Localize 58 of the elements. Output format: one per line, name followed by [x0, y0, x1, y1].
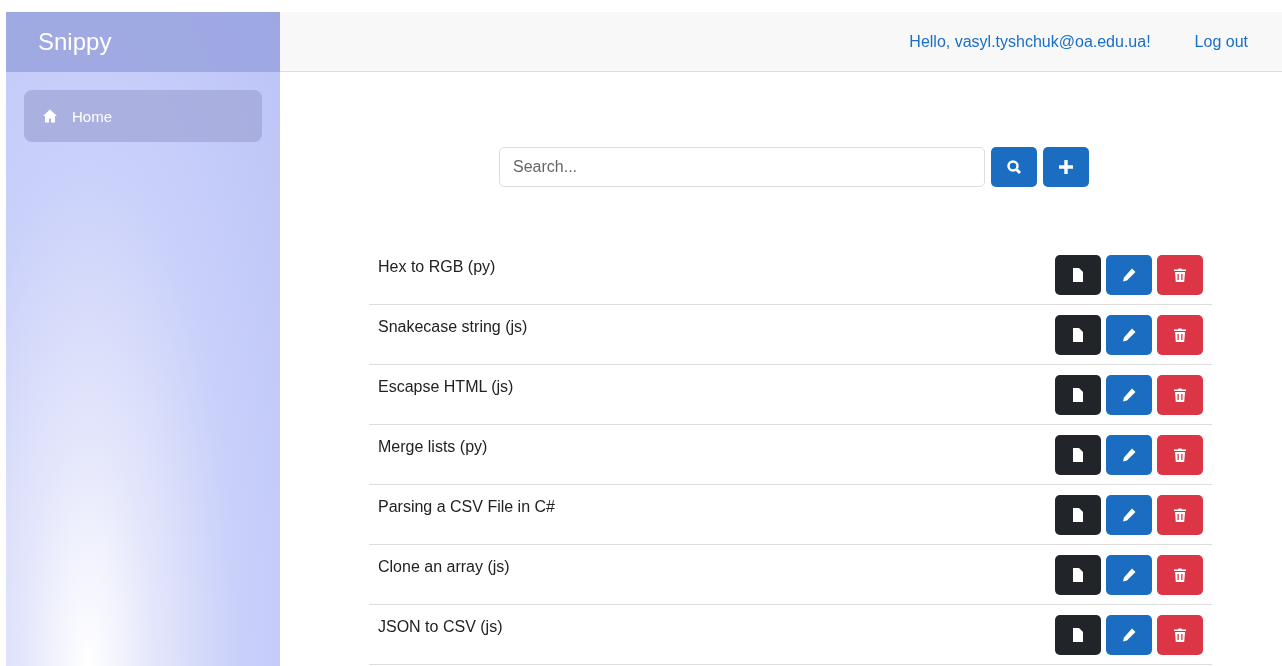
- trash-icon: [1172, 626, 1188, 643]
- trash-icon: [1172, 506, 1188, 523]
- document-icon: [1070, 446, 1086, 463]
- edit-button[interactable]: [1106, 614, 1152, 655]
- snippet-title[interactable]: Escapse HTML (js): [378, 378, 514, 424]
- document-icon: [1070, 266, 1086, 283]
- document-icon: [1070, 626, 1086, 643]
- trash-icon: [1172, 566, 1188, 583]
- edit-button[interactable]: [1106, 254, 1152, 295]
- pencil-icon: [1121, 626, 1137, 643]
- view-button[interactable]: [1055, 614, 1101, 655]
- pencil-icon: [1121, 566, 1137, 583]
- view-button[interactable]: [1055, 554, 1101, 595]
- edit-button[interactable]: [1106, 554, 1152, 595]
- snippet-title[interactable]: Parsing a CSV File in C#: [378, 498, 555, 544]
- delete-button[interactable]: [1157, 614, 1203, 655]
- pencil-icon: [1121, 326, 1137, 343]
- add-button[interactable]: [1043, 147, 1089, 187]
- view-button[interactable]: [1055, 374, 1101, 415]
- snippet-title[interactable]: Merge lists (py): [378, 438, 488, 484]
- view-button[interactable]: [1055, 494, 1101, 535]
- search-button[interactable]: [991, 147, 1037, 187]
- document-icon: [1070, 386, 1086, 403]
- snippet-title[interactable]: Clone an array (js): [378, 558, 510, 604]
- greeting-link[interactable]: Hello, vasyl.tyshchuk@oa.edu.ua!: [909, 32, 1151, 51]
- trash-icon: [1172, 446, 1188, 463]
- trash-icon: [1172, 386, 1188, 403]
- logout-link[interactable]: Log out: [1194, 32, 1248, 51]
- pencil-icon: [1121, 386, 1137, 403]
- view-button[interactable]: [1055, 434, 1101, 475]
- pencil-icon: [1121, 266, 1137, 283]
- delete-button[interactable]: [1157, 314, 1203, 355]
- document-icon: [1070, 566, 1086, 583]
- search-field[interactable]: Search...: [499, 147, 985, 187]
- edit-button[interactable]: [1106, 314, 1152, 355]
- delete-button[interactable]: [1157, 374, 1203, 415]
- home-icon: [42, 108, 58, 124]
- edit-button[interactable]: [1106, 494, 1152, 535]
- plus-icon: [1058, 159, 1074, 175]
- trash-icon: [1172, 266, 1188, 283]
- edit-button[interactable]: [1106, 434, 1152, 475]
- snippet-title[interactable]: Hex to RGB (py): [378, 258, 496, 304]
- document-icon: [1070, 326, 1086, 343]
- delete-button[interactable]: [1157, 254, 1203, 295]
- pencil-icon: [1121, 446, 1137, 463]
- delete-button[interactable]: [1157, 434, 1203, 475]
- document-icon: [1070, 506, 1086, 523]
- snippet-title[interactable]: Snakecase string (js): [378, 318, 528, 364]
- view-button[interactable]: [1055, 314, 1101, 355]
- view-button[interactable]: [1055, 254, 1101, 295]
- delete-button[interactable]: [1157, 494, 1203, 535]
- pencil-icon: [1121, 506, 1137, 523]
- edit-button[interactable]: [1106, 374, 1152, 415]
- snippet-title[interactable]: JSON to CSV (js): [378, 618, 503, 664]
- trash-icon: [1172, 326, 1188, 343]
- brand-title: Snippy: [38, 28, 112, 56]
- search-icon: [1006, 159, 1022, 175]
- delete-button[interactable]: [1157, 554, 1203, 595]
